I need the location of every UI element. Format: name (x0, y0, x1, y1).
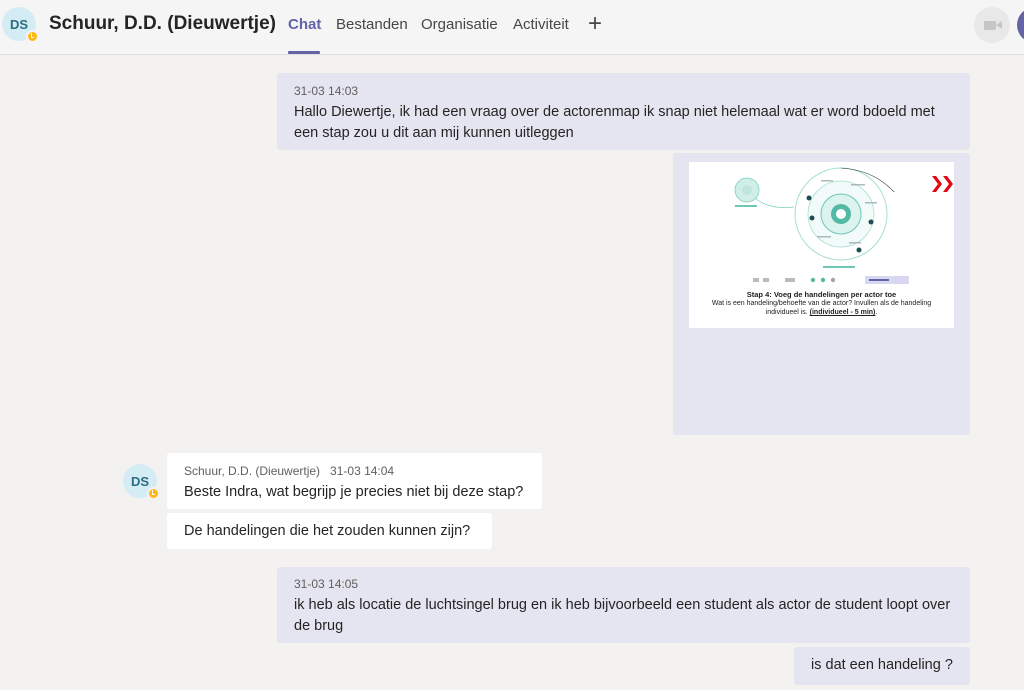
image-caption-title: Stap 4: Voeg de handelingen per actor to… (746, 290, 897, 299)
message-text: is dat een handeling ? (811, 657, 953, 673)
message-received[interactable]: De handelingen die het zouden kunnen zij… (167, 513, 492, 549)
message-sent[interactable]: 31-03 14:03 Hallo Diewertje, ik had een … (277, 73, 970, 150)
image-caption-emphasis: (individueel - 5 min) (809, 309, 876, 316)
tab-chat[interactable]: Chat (288, 16, 321, 33)
image-caption-line: individueel is. (individueel - 5 min). (689, 308, 954, 317)
message-text: Hallo Diewertje, ik had een vraag over d… (294, 104, 935, 141)
tab-organisatie[interactable]: Organisatie (421, 16, 498, 33)
tab-activiteit[interactable]: Activiteit (513, 16, 569, 33)
message-image[interactable]: Stap 4: Voeg de handelingen per actor to… (673, 153, 970, 435)
sender-name: Schuur, D.D. (Dieuwertje) (184, 464, 321, 478)
message-timestamp: 31-03 14:03 (294, 84, 359, 98)
avatar-initials: DS (130, 473, 150, 489)
message-sent[interactable]: is dat een handeling ? (794, 647, 970, 685)
away-status-icon (26, 30, 39, 43)
image-caption-prefix: individueel is. (765, 309, 810, 316)
tab-bestanden[interactable]: Bestanden (336, 16, 408, 33)
avatar-initials: DS (9, 16, 29, 32)
message-received[interactable]: Schuur, D.D. (Dieuwertje) 31-03 14:04 Bes… (167, 453, 542, 509)
message-text: Beste Indra, wat begrijp je precies niet… (184, 484, 524, 500)
chat-title: Schuur, D.D. (Dieuwertje) (49, 13, 276, 34)
avatar[interactable]: DS (2, 7, 39, 43)
active-tab-indicator (288, 51, 320, 54)
image-caption-suffix: . (875, 309, 878, 316)
message-sent[interactable]: 31-03 14:05 ik heb als locatie de luchts… (277, 567, 970, 643)
image-attachment[interactable]: Stap 4: Voeg de handelingen per actor to… (689, 162, 954, 328)
video-call-button[interactable] (974, 7, 1010, 43)
image-caption: Stap 4: Voeg de handelingen per actor to… (689, 290, 954, 317)
user-avatar[interactable] (1017, 7, 1024, 43)
actor-map-illustration (734, 167, 953, 284)
image-caption-line: Wat is een handeling/behoefte van die ac… (711, 300, 932, 307)
away-status-icon (147, 487, 160, 500)
message-timestamp: 31-03 14:04 (330, 464, 395, 478)
message-timestamp: 31-03 14:05 (294, 577, 359, 591)
sender-avatar[interactable]: DS (123, 464, 160, 500)
message-text: ik heb als locatie de luchtsingel brug e… (294, 597, 951, 634)
chat-header: DS Schuur, D.D. (Dieuwertje) Chat Bestan… (0, 0, 1024, 55)
video-camera-icon (984, 20, 1002, 30)
message-text: De handelingen die het zouden kunnen zij… (184, 523, 471, 539)
plus-icon[interactable]: + (585, 12, 605, 36)
